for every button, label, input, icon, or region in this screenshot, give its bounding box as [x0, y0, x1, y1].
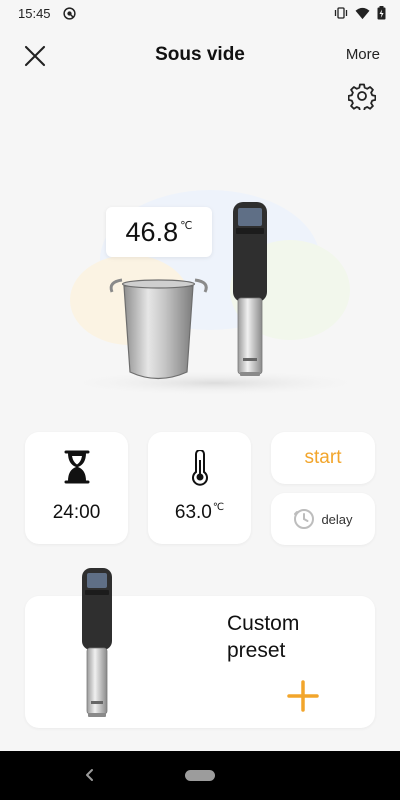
- wifi-icon: [355, 7, 370, 19]
- home-button[interactable]: [185, 770, 215, 781]
- plus-icon[interactable]: [287, 680, 319, 712]
- delay-label: delay: [321, 511, 353, 527]
- clock-icon: [294, 509, 315, 529]
- more-button[interactable]: More: [346, 46, 380, 63]
- page-title: Sous vide: [155, 44, 245, 65]
- back-icon[interactable]: [82, 765, 96, 785]
- custom-preset-label-line2: preset: [227, 639, 286, 662]
- start-label: start: [304, 447, 342, 468]
- target-temperature-value: 63.0℃: [148, 502, 251, 524]
- status-bar: 15:45: [0, 0, 400, 26]
- custom-preset-label: Custom preset: [227, 610, 347, 664]
- system-navigation-bar: [0, 751, 400, 800]
- battery-icon: [377, 6, 386, 20]
- custom-preset-label-line1: Custom: [227, 612, 300, 635]
- timer-card[interactable]: 24:00: [25, 432, 128, 544]
- app-bar: Sous vide More: [0, 32, 400, 78]
- delay-button[interactable]: delay: [271, 493, 375, 545]
- vibrate-icon: [334, 7, 348, 19]
- target-temperature-number: 63.0: [174, 502, 212, 523]
- current-temperature-unit: ℃: [180, 220, 193, 232]
- custom-preset-card[interactable]: Custom preset: [25, 568, 375, 728]
- sync-icon: [62, 6, 76, 20]
- gear-icon[interactable]: [348, 82, 376, 110]
- current-temperature-bubble: 46.8 ℃: [106, 207, 212, 257]
- current-temperature-value: 46.8: [125, 216, 179, 247]
- status-time: 15:45: [18, 5, 51, 21]
- target-temperature-card[interactable]: 63.0℃: [148, 432, 251, 544]
- timer-value: 24:00: [52, 502, 101, 523]
- target-temperature-unit: ℃: [212, 502, 225, 513]
- start-button[interactable]: start: [271, 432, 375, 484]
- sous-vide-device-image: [82, 568, 112, 717]
- thermometer-icon: [191, 450, 208, 486]
- hourglass-icon: [64, 450, 89, 484]
